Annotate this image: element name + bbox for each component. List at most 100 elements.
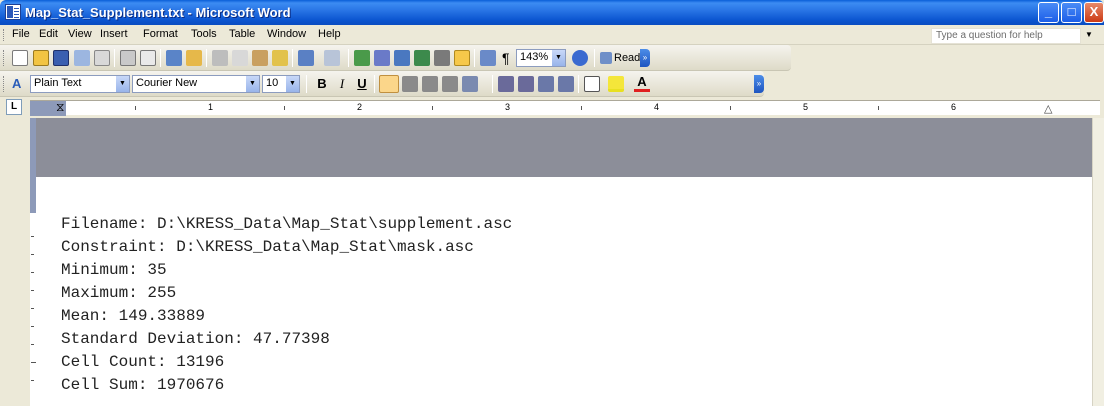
tables-borders-icon[interactable] [374,50,390,66]
close-button[interactable]: X [1084,2,1104,23]
separator [306,75,307,93]
chevron-down-icon[interactable]: ▼ [246,76,259,92]
cut-icon[interactable] [212,50,228,66]
print-icon[interactable] [120,50,136,66]
ruler-number: 4 [654,102,660,112]
menu-edit[interactable]: Edit [39,28,58,40]
spelling-icon[interactable] [166,50,182,66]
undo-icon[interactable] [298,50,314,66]
underline-button[interactable]: U [354,76,370,91]
drawing-icon[interactable] [454,50,470,66]
print-preview-icon[interactable] [140,50,156,66]
menu-window[interactable]: Window [267,28,306,40]
bold-button[interactable]: B [314,76,330,91]
insert-excel-icon[interactable] [414,50,430,66]
open-folder-icon[interactable] [33,50,49,66]
align-left-icon[interactable] [379,75,399,93]
format-painter-icon[interactable] [272,50,288,66]
ruler-tick [432,106,433,110]
toolbar-options-chevron[interactable]: » [640,49,650,67]
ruler-number: 2 [357,102,363,112]
menu-table[interactable]: Table [229,28,255,40]
line-spacing-icon[interactable] [462,76,478,92]
chevron-down-icon[interactable]: ▼ [552,50,565,66]
paste-icon[interactable] [252,50,268,66]
ruler-tick [31,254,34,255]
document-line[interactable]: Cell Count: 13196 [61,353,224,371]
permission-icon[interactable] [74,50,90,66]
horizontal-ruler[interactable]: ⧖ 1 2 3 4 5 6 △ [30,100,1100,116]
bullets-icon[interactable] [518,76,534,92]
menu-view[interactable]: View [68,28,92,40]
toolbar-grip[interactable] [3,76,6,92]
increase-indent-icon[interactable] [558,76,574,92]
styles-formatting-icon[interactable]: A [12,76,21,91]
document-map-icon[interactable] [480,50,496,66]
ruler-tick [31,290,34,291]
font-size-select[interactable]: 10 ▼ [262,75,300,93]
research-icon[interactable] [186,50,202,66]
read-button[interactable]: Read [614,52,640,64]
document-line[interactable]: Standard Deviation: 47.77398 [61,330,330,348]
right-indent-icon[interactable]: △ [1044,102,1052,115]
justify-icon[interactable] [442,76,458,92]
numbering-icon[interactable] [498,76,514,92]
ruler-tick [878,106,879,110]
document-line[interactable]: Maximum: 255 [61,284,176,302]
new-document-icon[interactable] [12,50,28,66]
insert-table-icon[interactable] [394,50,410,66]
document-line[interactable]: Minimum: 35 [61,261,167,279]
align-right-icon[interactable] [422,76,438,92]
chevron-down-icon[interactable]: ▼ [1085,30,1093,39]
email-icon[interactable] [94,50,110,66]
zoom-select[interactable]: 143% ▼ [516,49,566,67]
vertical-scrollbar[interactable] [1092,118,1104,406]
ruler-tick [31,308,34,309]
show-hide-icon[interactable]: ¶ [502,50,510,66]
font-select[interactable]: Courier New ▼ [132,75,260,93]
ruler-tick [31,326,34,327]
highlight-icon[interactable] [608,76,624,92]
toolbar-options-chevron[interactable]: » [754,75,764,93]
columns-icon[interactable] [434,50,450,66]
font-color-button[interactable]: A [634,75,650,92]
document-line[interactable]: Constraint: D:\KRESS_Data\Map_Stat\mask.… [61,238,474,256]
menu-grip[interactable] [3,29,6,41]
tab-selector[interactable]: L [6,99,22,115]
document-line[interactable]: Cell Sum: 1970676 [61,376,224,394]
ask-question-input[interactable]: Type a question for help [931,28,1081,44]
menu-help[interactable]: Help [318,28,341,40]
italic-button[interactable]: I [334,76,350,92]
menu-file[interactable]: File [12,28,30,40]
minimize-button[interactable]: _ [1038,2,1059,23]
chevron-down-icon[interactable]: ▼ [116,76,129,92]
decrease-indent-icon[interactable] [538,76,554,92]
ruler-tick [581,106,582,110]
separator [492,75,493,93]
redo-icon[interactable] [324,50,340,66]
menu-insert[interactable]: Insert [100,28,128,40]
menu-tools[interactable]: Tools [191,28,217,40]
vertical-ruler[interactable] [0,118,36,406]
align-center-icon[interactable] [402,76,418,92]
document-page[interactable] [36,177,1092,406]
document-line[interactable]: Filename: D:\KRESS_Data\Map_Stat\supplem… [61,215,512,233]
indent-marker-icon[interactable]: ⧖ [56,101,64,113]
style-select[interactable]: Plain Text ▼ [30,75,130,93]
style-value: Plain Text [34,77,82,89]
document-line[interactable]: Mean: 149.33889 [61,307,205,325]
maximize-button[interactable]: □ [1061,2,1082,23]
menu-format[interactable]: Format [143,28,178,40]
word-app-icon[interactable] [5,4,21,20]
copy-icon[interactable] [232,50,248,66]
ruler-tick [284,106,285,110]
borders-icon[interactable] [584,76,600,92]
hyperlink-icon[interactable] [354,50,370,66]
help-icon[interactable] [572,50,588,66]
separator [160,49,161,67]
toolbar-grip[interactable] [3,50,6,66]
separator [474,49,475,67]
chevron-down-icon[interactable]: ▼ [286,76,299,92]
page-top-margin [36,118,1092,177]
save-icon[interactable] [53,50,69,66]
